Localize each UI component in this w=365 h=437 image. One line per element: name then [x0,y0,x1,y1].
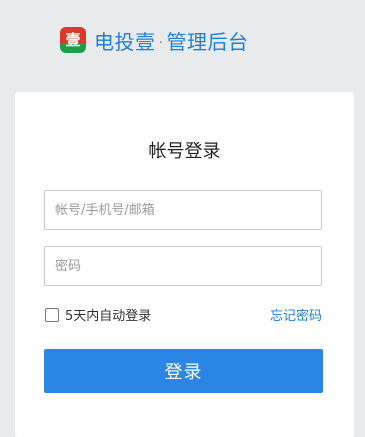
forgot-password-link[interactable]: 忘记密码 [270,305,322,324]
password-input[interactable] [44,246,322,286]
login-button[interactable]: 登录 [44,349,323,393]
remember-me[interactable]: 5天内自动登录 [45,305,151,324]
logo-icon: 壹 [60,27,86,53]
username-input[interactable] [44,190,322,230]
remember-checkbox[interactable] [45,307,59,322]
brand-separator: · [158,34,164,51]
logo-char: 壹 [65,30,81,49]
brand-subtitle: 管理后台 [166,29,249,54]
remember-label: 5天内自动登录 [65,309,152,324]
brand-name: 电投壹 [94,29,156,54]
brand-header: 壹 电投壹 · 管理后台 [60,24,248,56]
login-card: 帐号登录 5天内自动登录 忘记密码 登录 [15,92,354,437]
brand-title: 电投壹 · 管理后台 [94,26,248,55]
login-title: 帐号登录 [148,141,221,162]
